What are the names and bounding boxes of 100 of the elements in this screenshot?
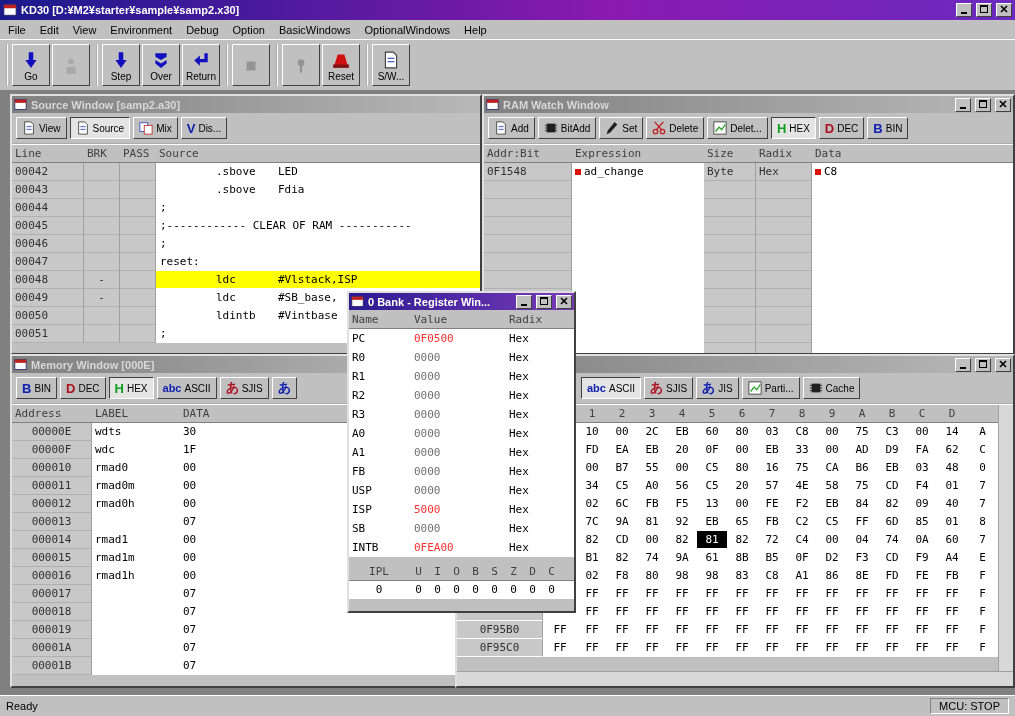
toolbar-button[interactable]: Over (142, 44, 180, 86)
data-cell: FF (757, 639, 787, 657)
data-cell: FF (697, 639, 727, 657)
window-title: Source Window [samp2.a30] (31, 98, 181, 111)
tool-tab[interactable]: Mix (133, 117, 178, 139)
data-cell: A (967, 423, 998, 441)
data-cell: FF (637, 639, 667, 657)
data-cell: 02 (577, 495, 607, 513)
data-cell: 9A (667, 549, 697, 567)
radix-cell: Hex (506, 519, 574, 538)
data-cell: FF (907, 639, 937, 657)
data-cell: B5 (757, 549, 787, 567)
window-title: RAM Watch Window (503, 98, 609, 111)
glyph-icon: abc (587, 382, 606, 394)
data-cell: C4 (787, 531, 817, 549)
glyph-icon: あ (702, 379, 716, 397)
close-button[interactable] (995, 357, 1011, 372)
menu-item[interactable]: OptionalWindows (364, 23, 451, 36)
menu-item[interactable]: Edit (39, 23, 59, 36)
register-name: A1 (349, 443, 411, 462)
maximize-button[interactable] (975, 357, 991, 372)
data-cell: 80 (727, 459, 757, 477)
menu-item[interactable]: Option (232, 23, 265, 36)
flag-value: 0 (447, 581, 466, 599)
data-cell: F9 (907, 549, 937, 567)
tool-tab[interactable]: Delet... (707, 117, 768, 139)
menu-item[interactable]: Debug (186, 23, 219, 36)
tool-tab[interactable]: V Dis... (180, 117, 228, 139)
menu-item[interactable]: Help (464, 23, 487, 36)
tool-tab[interactable]: あ (271, 377, 297, 399)
tool-tab[interactable]: あ JIS (696, 377, 739, 399)
toolbar-button[interactable]: Reset (322, 44, 360, 86)
toolbar-button[interactable]: Go (12, 44, 50, 86)
toolbar-button[interactable]: Return (182, 44, 220, 86)
close-button[interactable] (556, 294, 572, 309)
data-cell: 98 (667, 567, 697, 585)
maximize-button[interactable] (976, 3, 992, 17)
chip-icon (543, 121, 558, 135)
toolbar-button[interactable]: Step (102, 44, 140, 86)
minimize-button[interactable] (516, 294, 532, 309)
address-cell: 00000F (12, 441, 92, 459)
tool-tab[interactable]: B BIN (16, 377, 58, 399)
vertical-scrollbar[interactable] (998, 405, 1013, 671)
tool-tab[interactable]: Parti... (741, 377, 800, 399)
data-cell: 00 (577, 459, 607, 477)
flag-value: 0 (409, 581, 428, 599)
data-cell: 84 (847, 495, 877, 513)
tool-tab[interactable]: abc ASCII (581, 377, 642, 399)
data-cell: FF (543, 639, 577, 657)
label-cell: rmad0m (92, 477, 180, 495)
tool-tab[interactable]: Add (488, 117, 535, 139)
glyph-icon: B (22, 380, 32, 396)
tool-tab[interactable]: H HEX (770, 117, 816, 139)
register-name: USP (349, 481, 411, 500)
tool-tab[interactable]: あ SJIS (219, 377, 269, 399)
tool-tab[interactable]: View (16, 117, 67, 139)
radix-cell: Hex (506, 405, 574, 424)
close-button[interactable] (995, 97, 1011, 112)
data-cell: FF (577, 585, 607, 603)
tool-tab[interactable]: Source (69, 117, 131, 139)
data-cell: 86 (817, 567, 847, 585)
toolbar-button[interactable]: S/W... (372, 44, 410, 86)
minimize-button[interactable] (956, 3, 972, 17)
tool-tab[interactable]: abc ASCII (156, 377, 217, 399)
document-icon (22, 121, 36, 135)
tool-tab[interactable]: Delete (646, 117, 705, 139)
close-button[interactable] (996, 3, 1012, 17)
data-cell: F4 (907, 477, 937, 495)
tool-tab[interactable]: Set (599, 117, 644, 139)
tool-tab[interactable]: H HEX (108, 377, 154, 399)
data-cell: 65 (727, 513, 757, 531)
menu-item[interactable]: Environment (110, 23, 173, 36)
horizontal-scrollbar[interactable] (457, 671, 1013, 686)
menu-item[interactable]: File (8, 23, 26, 36)
data-cell: E (967, 549, 998, 567)
minimize-button[interactable] (955, 97, 971, 112)
register-name: ISP (349, 500, 411, 519)
line-number: 00046 (12, 235, 84, 253)
code-operand: #Vlstack,ISP (278, 273, 358, 286)
tool-tab[interactable]: BitAdd (537, 117, 597, 139)
data-cell: 34 (577, 477, 607, 495)
menu-item[interactable]: View (72, 23, 97, 36)
window-icon (14, 98, 27, 111)
tool-tab[interactable]: Cache (802, 377, 861, 399)
minimize-button[interactable] (955, 357, 971, 372)
maximize-button[interactable] (975, 97, 991, 112)
tool-tab[interactable]: あ SJIS (644, 377, 694, 399)
line-number: 00048 (12, 271, 84, 289)
data-cell: 02 (577, 567, 607, 585)
tool-tab[interactable]: D DEC (818, 117, 865, 139)
data-cell: 00 (727, 441, 757, 459)
register-value: 0000 (411, 424, 506, 443)
menu-item[interactable]: BasicWindows (278, 23, 351, 36)
data-cell: FF (847, 585, 877, 603)
close-icon (998, 98, 1008, 109)
flag-value: 0 (523, 581, 542, 599)
tool-tab[interactable]: D DEC (60, 377, 106, 399)
maximize-button[interactable] (536, 294, 552, 309)
address-cell: 00001B (12, 657, 92, 675)
tool-tab[interactable]: B BIN (867, 117, 909, 139)
